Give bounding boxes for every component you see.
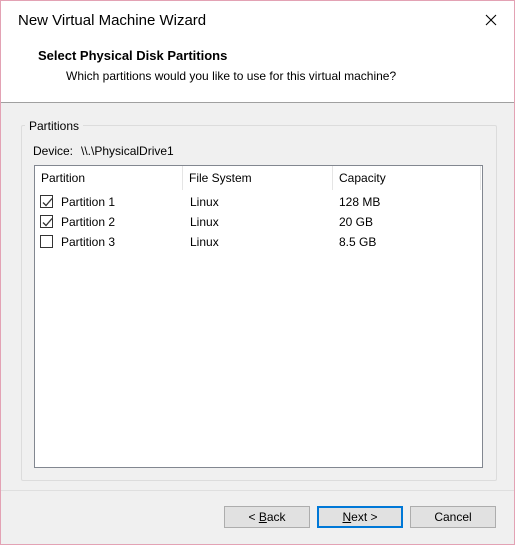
next-button[interactable]: Next >: [317, 506, 403, 528]
list-header: Partition File System Capacity: [35, 166, 482, 190]
table-row[interactable]: Partition 3 Linux 8.5 GB: [35, 232, 482, 252]
wizard-body: Partitions Device: \\.\PhysicalDrive1 Par…: [1, 103, 514, 490]
wizard-header: Select Physical Disk Partitions Which pa…: [1, 39, 514, 102]
device-value: \\.\PhysicalDrive1: [81, 144, 174, 158]
partition-capacity: 128 MB: [339, 195, 381, 209]
page-title: Select Physical Disk Partitions: [38, 48, 228, 63]
partition-2-checkbox[interactable]: [40, 215, 53, 228]
column-header-file-system[interactable]: File System: [183, 166, 333, 190]
column-header-capacity[interactable]: Capacity: [333, 166, 481, 190]
table-row[interactable]: Partition 1 Linux 128 MB: [35, 192, 482, 212]
back-button[interactable]: < Back: [224, 506, 310, 528]
partitions-list[interactable]: Partition File System Capacity Partition…: [34, 165, 483, 468]
partition-capacity: 20 GB: [339, 215, 374, 229]
partitions-group-label: Partitions: [25, 119, 84, 133]
cancel-button[interactable]: Cancel: [410, 506, 496, 528]
partition-file-system: Linux: [190, 235, 219, 249]
back-button-rest: ack: [266, 510, 286, 524]
partition-capacity: 8.5 GB: [339, 235, 377, 249]
partition-file-system: Linux: [190, 215, 219, 229]
back-button-mnemonic: B: [258, 510, 267, 524]
close-icon: [485, 14, 497, 26]
checkmark-icon: [42, 218, 53, 227]
device-line: Device: \\.\PhysicalDrive1: [33, 144, 174, 158]
table-row[interactable]: Partition 2 Linux 20 GB: [35, 212, 482, 232]
next-button-rest: ext >: [351, 510, 378, 524]
partition-3-checkbox[interactable]: [40, 235, 53, 248]
column-header-partition[interactable]: Partition: [35, 166, 183, 190]
wizard-dialog: New Virtual Machine Wizard Select Physic…: [0, 0, 515, 545]
partition-1-checkbox[interactable]: [40, 195, 53, 208]
next-button-mnemonic: N: [342, 510, 352, 524]
back-button-prefix: <: [248, 510, 259, 524]
partition-file-system: Linux: [190, 195, 219, 209]
title-bar: New Virtual Machine Wizard: [1, 1, 514, 39]
checkmark-icon: [42, 198, 53, 207]
partition-name: Partition 2: [61, 215, 116, 229]
partition-name: Partition 1: [61, 195, 116, 209]
wizard-footer: < Back Next > Cancel: [1, 490, 514, 544]
partition-name: Partition 3: [61, 235, 116, 249]
device-label: Device:: [33, 144, 74, 158]
close-button[interactable]: [468, 1, 514, 39]
page-subtitle: Which partitions would you like to use f…: [66, 69, 397, 83]
window-title: New Virtual Machine Wizard: [18, 12, 207, 29]
